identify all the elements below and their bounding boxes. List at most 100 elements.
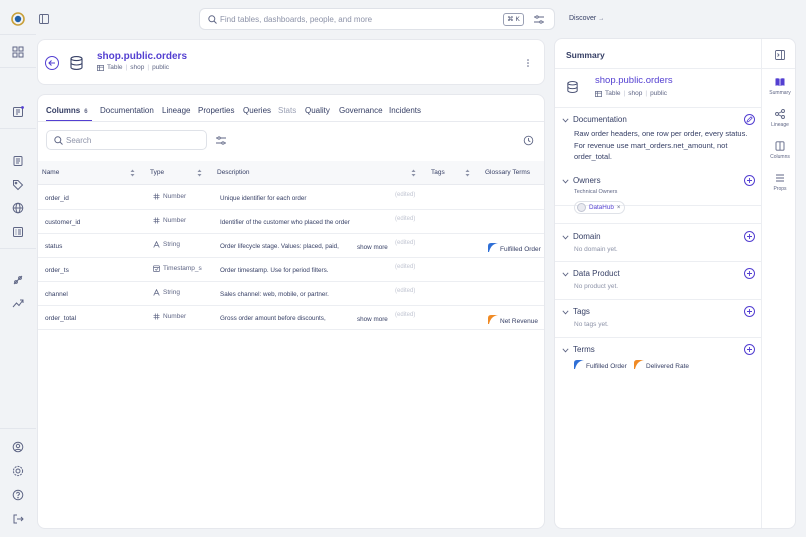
sort-icon[interactable] — [197, 169, 202, 177]
column-description[interactable]: Gross order amount before discounts, — [220, 315, 326, 322]
filter-sliders-icon[interactable] — [534, 15, 544, 24]
table-row[interactable]: order_total Number Gross order amount befo… — [38, 306, 544, 330]
tab-quality[interactable]: Quality — [305, 106, 330, 115]
column-description[interactable]: Order timestamp. Use for period filters. — [220, 267, 328, 274]
add-owner-button[interactable] — [744, 175, 755, 186]
glossary-icon[interactable] — [12, 226, 24, 238]
tags-section-title[interactable]: Tags — [573, 307, 590, 316]
owner-pill[interactable]: DataHub × — [574, 201, 626, 214]
chevron-down-icon[interactable] — [562, 348, 569, 353]
column-name[interactable]: status — [45, 243, 62, 250]
chevron-down-icon[interactable] — [562, 310, 569, 315]
entity-path-schema[interactable]: public — [152, 64, 169, 71]
entity-path-platform[interactable]: shop — [130, 64, 144, 71]
show-more-link[interactable]: show more — [357, 244, 388, 251]
add-domain-button[interactable] — [744, 231, 755, 242]
tag-icon[interactable] — [12, 179, 24, 191]
owners-section-title[interactable]: Owners — [573, 176, 601, 185]
table-row[interactable]: customer_id Number Identifier of the custo… — [38, 210, 544, 234]
glossary-term-pill[interactable]: Fulfilled Order — [488, 241, 541, 253]
summary-entity-title[interactable]: shop.public.orders — [595, 75, 673, 86]
column-description[interactable]: Order lifecycle stage. Values: placed, p… — [220, 243, 339, 250]
sidebar-toggle-icon[interactable] — [39, 14, 49, 24]
column-header-tags[interactable]: Tags — [431, 169, 445, 176]
add-data-product-button[interactable] — [744, 268, 755, 279]
column-name[interactable]: channel — [45, 291, 68, 298]
column-filter-icon[interactable] — [216, 136, 226, 145]
entity-breadcrumb: Table | shop | public — [97, 64, 169, 71]
chevron-down-icon[interactable] — [562, 118, 569, 123]
rail-item-columns[interactable]: Columns — [762, 141, 795, 160]
history-icon[interactable] — [523, 135, 534, 146]
data-product-section-title[interactable]: Data Product — [573, 269, 620, 278]
tab-incidents[interactable]: Incidents — [389, 106, 421, 115]
column-header-glossary-terms[interactable]: Glossary Terms — [485, 169, 530, 176]
tasks-icon[interactable] — [12, 106, 24, 118]
logout-icon[interactable] — [12, 513, 24, 525]
column-header-description[interactable]: Description — [217, 169, 250, 176]
close-panel-icon[interactable] — [775, 50, 785, 60]
terms-section-title[interactable]: Terms — [573, 345, 595, 354]
analytics-icon[interactable] — [12, 297, 24, 309]
rail-item-props[interactable]: Props — [762, 173, 795, 192]
chevron-down-icon[interactable] — [562, 272, 569, 277]
summary-path-schema[interactable]: public — [650, 90, 667, 97]
show-more-link[interactable]: show more — [357, 316, 388, 323]
edit-documentation-button[interactable] — [744, 114, 755, 125]
glossary-term-pill[interactable]: Net Revenue — [488, 313, 538, 325]
column-name[interactable]: order_total — [45, 315, 76, 322]
summary-path-platform[interactable]: shop — [628, 90, 642, 97]
summary-term-pill[interactable]: Fulfilled Order — [574, 358, 627, 370]
tab-documentation[interactable]: Documentation — [100, 106, 154, 115]
tab-stats[interactable]: Stats — [278, 106, 296, 115]
chevron-down-icon[interactable] — [562, 235, 569, 240]
tab-columns[interactable]: Columns 6 — [46, 106, 88, 115]
tab-queries[interactable]: Queries — [243, 106, 271, 115]
domain-section-title[interactable]: Domain — [573, 232, 601, 241]
documents-icon[interactable] — [12, 155, 24, 167]
sort-icon[interactable] — [465, 169, 470, 177]
column-description[interactable]: Unique identifier for each order — [220, 195, 306, 202]
glossary-term-icon — [634, 359, 644, 369]
table-row[interactable]: order_ts Timestamp_s Order timestamp. Use … — [38, 258, 544, 282]
rail-item-lineage[interactable]: Lineage — [762, 109, 795, 128]
table-row[interactable]: order_id Number Unique identifier for each… — [38, 186, 544, 210]
column-description[interactable]: Sales channel: web, mobile, or partner. — [220, 291, 329, 298]
sort-icon[interactable] — [130, 169, 135, 177]
column-search-input[interactable]: Search — [46, 130, 207, 150]
column-header-type[interactable]: Type — [150, 169, 164, 176]
table-row[interactable]: status String Order lifecycle stage. Value… — [38, 234, 544, 258]
home-grid-icon[interactable] — [12, 46, 24, 58]
chevron-down-icon[interactable] — [562, 179, 569, 184]
add-tag-button[interactable] — [744, 306, 755, 317]
more-menu-icon[interactable] — [524, 58, 532, 68]
tab-governance[interactable]: Governance — [339, 106, 383, 115]
column-name[interactable]: order_ts — [45, 267, 69, 274]
help-icon[interactable] — [12, 489, 24, 501]
profile-icon[interactable] — [12, 441, 24, 453]
discover-link[interactable]: Discover → — [569, 15, 604, 22]
global-search-bar[interactable]: Find tables, dashboards, people, and mor… — [199, 8, 555, 30]
tab-lineage[interactable]: Lineage — [162, 106, 190, 115]
rail-item-summary[interactable]: Summary — [762, 77, 795, 96]
tab-properties[interactable]: Properties — [198, 106, 234, 115]
add-term-button[interactable] — [744, 344, 755, 355]
section-divider — [762, 68, 795, 69]
column-name[interactable]: customer_id — [45, 219, 80, 226]
calendar-icon — [153, 265, 160, 272]
documentation-section-title[interactable]: Documentation — [573, 115, 627, 124]
summary-term-pill[interactable]: Delivered Rate — [634, 358, 689, 370]
globe-icon[interactable] — [12, 202, 24, 214]
settings-gear-icon[interactable] — [12, 465, 24, 477]
datahub-logo-icon[interactable] — [11, 12, 25, 26]
entity-title[interactable]: shop.public.orders — [97, 51, 187, 62]
remove-owner-icon[interactable]: × — [617, 205, 621, 211]
table-row[interactable]: channel String Sales channel: web, mobile,… — [38, 282, 544, 306]
column-header-name[interactable]: Name — [42, 169, 59, 176]
back-button[interactable] — [45, 56, 59, 70]
ingestion-icon[interactable] — [12, 274, 24, 286]
column-name[interactable]: order_id — [45, 195, 69, 202]
summary-panel: Summary shop.public.orders Table | shop … — [554, 38, 796, 529]
column-description[interactable]: Identifier of the customer who placed th… — [220, 219, 350, 226]
sort-icon[interactable] — [411, 169, 416, 177]
